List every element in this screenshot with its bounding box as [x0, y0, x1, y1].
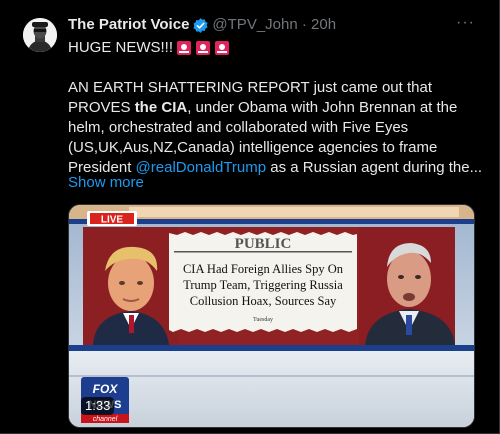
paper-headline-line: Collusion Hoax, Sources Say: [190, 294, 337, 308]
author-handle-time[interactable]: @TPV_John · 20h: [212, 16, 336, 34]
paper-day: Tuesday: [253, 317, 273, 323]
more-options-icon[interactable]: ···: [456, 15, 475, 31]
show-more-link[interactable]: Show more: [68, 173, 144, 193]
tweet-body: AN EARTH SHATTERING REPORT just came out…: [68, 78, 488, 178]
siren-icon: [176, 40, 192, 56]
paper-headline-line: Trump Team, Triggering Russia: [183, 278, 343, 292]
logo-line: FOX: [93, 382, 119, 396]
verified-badge-icon: [192, 17, 209, 34]
body-bold: the CIA: [134, 99, 188, 116]
mention-link[interactable]: @realDonaldTrump: [136, 159, 267, 176]
live-badge-label: LIVE: [101, 215, 124, 226]
headline-text: HUGE NEWS!!!: [68, 39, 174, 56]
avatar-image: [23, 18, 57, 52]
video-frame: PUBLIC CIA Had Foreign Allies Spy On Tru…: [69, 205, 474, 427]
tweet-header: The Patriot Voice @TPV_John · 20h: [68, 16, 336, 34]
tweet-card[interactable]: The Patriot Voice @TPV_John · 20h ··· HU…: [0, 0, 500, 434]
author-name[interactable]: The Patriot Voice: [68, 16, 189, 34]
video-duration: 1:33: [81, 397, 115, 415]
paper-headline-line: CIA Had Foreign Allies Spy On: [183, 262, 344, 276]
siren-icon: [214, 40, 230, 56]
avatar[interactable]: [23, 18, 57, 52]
body-part-3: as a Russian agent during the...: [266, 159, 483, 176]
right-portrait: [359, 227, 455, 345]
tweet-headline: HUGE NEWS!!!: [68, 38, 230, 58]
paper-masthead: PUBLIC: [235, 236, 292, 252]
siren-icon: [195, 40, 211, 56]
left-portrait: [83, 227, 179, 345]
video-player[interactable]: PUBLIC CIA Had Foreign Allies Spy On Tru…: [68, 204, 475, 428]
logo-line: channel: [93, 416, 118, 423]
